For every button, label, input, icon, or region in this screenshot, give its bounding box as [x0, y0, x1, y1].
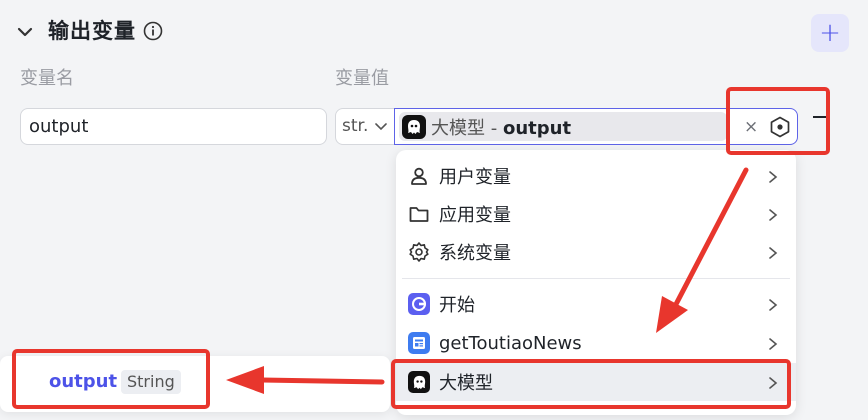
annotation-arrowhead-left	[226, 366, 264, 394]
annotation-arrow-down	[670, 167, 749, 313]
annotation-arrowhead-down	[656, 296, 688, 333]
output-variables-panel: 输出变量 + 变量名 变量值 output str. 大模型 - output …	[0, 0, 868, 420]
annotation-arrow-left	[259, 377, 385, 385]
annotation-arrows	[226, 167, 749, 394]
